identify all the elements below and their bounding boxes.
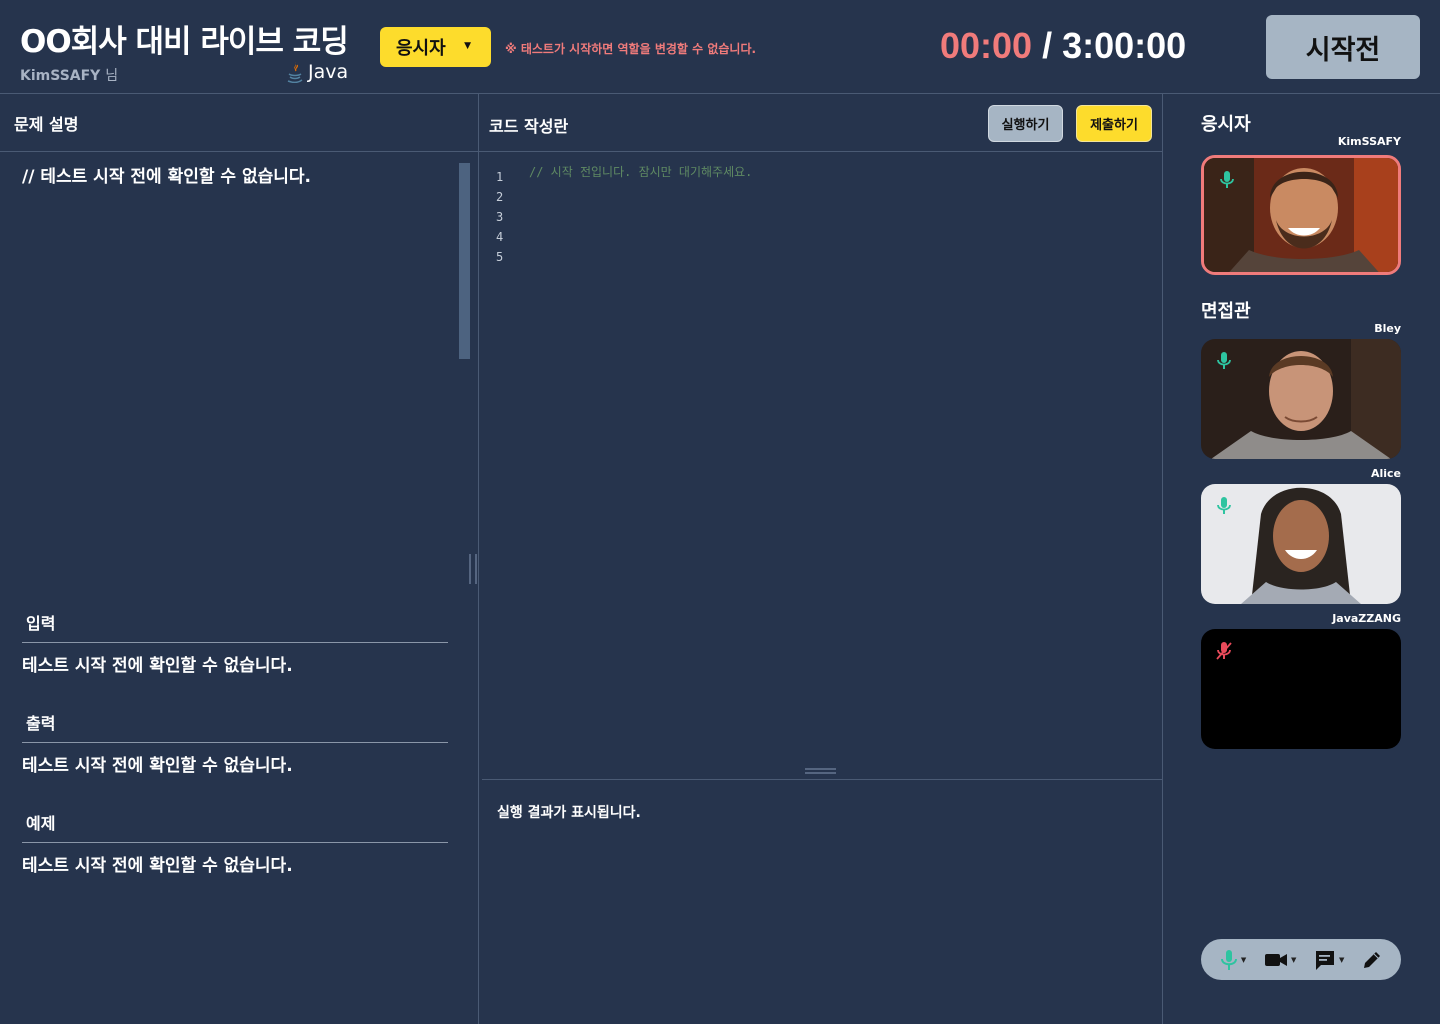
timer-elapsed: 00:00 (940, 25, 1033, 66)
mic-on-icon (1217, 497, 1231, 514)
submit-button[interactable]: 제출하기 (1076, 105, 1152, 142)
section-title: 예제 (22, 810, 448, 843)
timer-total: 3:00:00 (1062, 25, 1187, 66)
line-numbers: 1 2 3 4 5 (496, 167, 503, 267)
java-icon (287, 62, 303, 83)
example-section: 예제 테스트 시작 전에 확인할 수 없습니다. (22, 810, 448, 876)
page-title: OO회사 대비 라이브 코딩 (20, 24, 349, 60)
interviewer-name: Alice (1370, 467, 1401, 480)
section-title: 입력 (22, 610, 448, 643)
interviewer-title: 면접관 (1201, 301, 1251, 322)
mic-toggle[interactable]: ▼ (1220, 949, 1246, 971)
interviewer-video[interactable] (1201, 629, 1401, 749)
role-change-warning: ※ 태스트가 시작하면 역할을 변경할 수 없습니다. (505, 42, 757, 56)
caret-down-icon: ▼ (1290, 955, 1297, 964)
line-number: 3 (496, 210, 504, 224)
mic-off-icon (1216, 642, 1232, 660)
code-placeholder: // 시작 전입니다. 잠시만 대기해주세요. (529, 165, 753, 179)
line-number: 4 (496, 230, 504, 244)
output-area: 실행 결과가 표시됩니다. (482, 779, 1162, 1024)
timer-separator: / (1032, 25, 1063, 66)
username-suffix: 님 (105, 68, 119, 84)
line-number: 2 (496, 190, 504, 204)
chat-icon (1316, 950, 1335, 970)
start-status-button[interactable]: 시작전 (1266, 15, 1420, 79)
candidate-title: 응시자 (1201, 114, 1251, 135)
language-indicator: Java (286, 61, 348, 83)
code-editor[interactable]: 1 2 3 4 5 // 시작 전입니다. 잠시만 대기해주세요. (479, 153, 1162, 773)
section-body: 테스트 시작 전에 확인할 수 없습니다. (22, 756, 293, 776)
run-button[interactable]: 실행하기 (988, 105, 1063, 142)
problem-scrollbar[interactable] (459, 163, 470, 359)
editor-resize-handle[interactable] (805, 768, 836, 774)
participants-panel: 응시자 KimSSAFY 면접관 Bley Alice JavaZZANG ▼ … (1163, 94, 1440, 1024)
problem-header: 문제 설명 (0, 94, 478, 152)
caret-down-icon: ▼ (1240, 955, 1247, 964)
caret-down-icon: ▼ (464, 41, 471, 51)
language-label: Java (308, 61, 349, 83)
mic-icon (1220, 949, 1237, 970)
interviewer-video[interactable] (1201, 339, 1401, 459)
code-header: 코드 작성란 실행하기 제출하기 (479, 94, 1162, 152)
media-controls-bar: ▼ ▼ ▼ (1201, 939, 1401, 980)
role-select-dropdown[interactable]: 응시자 ▼ (380, 27, 491, 67)
role-select-value: 응시자 (396, 38, 446, 59)
section-title: 출력 (22, 710, 448, 743)
username: KimSSAFY (20, 68, 101, 84)
chat-toggle[interactable]: ▼ (1314, 949, 1344, 971)
input-section: 입력 테스트 시작 전에 확인할 수 없습니다. (22, 610, 448, 676)
pencil-icon (1364, 951, 1381, 968)
output-section: 출력 테스트 시작 전에 확인할 수 없습니다. (22, 710, 448, 776)
interviewer-name: Bley (1374, 322, 1401, 335)
code-header-label: 코드 작성란 (489, 117, 569, 136)
problem-description: // 테스트 시작 전에 확인할 수 없습니다. (22, 167, 311, 187)
section-body: 테스트 시작 전에 확인할 수 없습니다. (22, 656, 293, 676)
interviewer-name: JavaZZANG (1332, 612, 1401, 625)
code-panel: 코드 작성란 실행하기 제출하기 1 2 3 4 5 // 시작 전입니다. 잠… (479, 94, 1163, 1024)
caret-down-icon: ▼ (1339, 955, 1345, 964)
problem-panel: 문제 설명 // 테스트 시작 전에 확인할 수 없습니다. 입력 테스트 시작… (0, 94, 479, 1024)
whiteboard-toggle[interactable] (1362, 950, 1382, 970)
user-name-line: KimSSAFY 님 (20, 65, 118, 85)
timer: 00:00 / 3:00:00 (940, 25, 1186, 67)
camera-toggle[interactable]: ▼ (1264, 952, 1296, 968)
video-camera-icon (1264, 953, 1287, 966)
top-header: OO회사 대비 라이브 코딩 KimSSAFY 님 Java 응시자 ▼ ※ 태… (0, 0, 1440, 94)
line-number: 1 (496, 170, 504, 184)
panel-resize-handle[interactable] (469, 554, 477, 584)
mic-on-icon (1217, 352, 1231, 369)
candidate-name: KimSSAFY (1337, 135, 1401, 148)
interviewer-video[interactable] (1201, 484, 1401, 604)
output-text: 실행 결과가 표시됩니다. (497, 805, 641, 821)
line-number: 5 (496, 250, 504, 264)
candidate-video[interactable] (1201, 155, 1401, 275)
section-body: 테스트 시작 전에 확인할 수 없습니다. (22, 856, 293, 876)
mic-on-icon (1220, 171, 1234, 188)
